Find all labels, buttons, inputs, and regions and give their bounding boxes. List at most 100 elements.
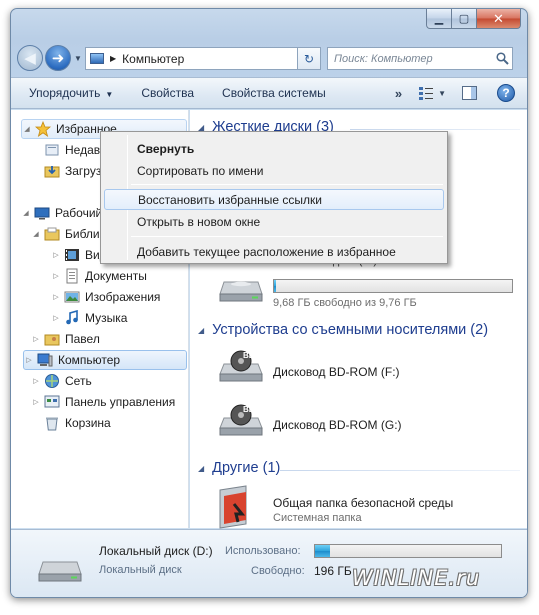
maximize-button[interactable]: ▢ (452, 9, 477, 29)
drive-d-space-fill (274, 280, 277, 292)
group-collapse-icon[interactable]: ◢ (198, 326, 204, 335)
collapse-arrow-icon[interactable]: ◢ (31, 230, 41, 238)
change-view-icon[interactable] (418, 86, 434, 100)
refresh-button[interactable]: ↻ (297, 47, 321, 70)
shared-folder-type: Системная папка (273, 512, 362, 524)
group-removable[interactable]: ◢ Устройства со съемными носителями (2) (198, 322, 488, 338)
expand-arrow-icon[interactable]: ▷ (31, 335, 41, 343)
group-divider (280, 470, 520, 471)
details-used-label: Использовано: (225, 545, 301, 557)
details-used-bar (314, 544, 502, 558)
explorer-window: ▁ ▢ ✕ ◀ ➜ ▼ ▶ Компьютер ▶ ↻ Упорядочить ▼… (10, 8, 528, 598)
group-removable-title: Устройства со съемными носителями (2) (212, 322, 489, 338)
preview-pane-icon[interactable] (462, 86, 477, 100)
bd-rom-drive-icon[interactable] (218, 350, 264, 384)
toolbar-icons: » ▼ ? (395, 84, 515, 102)
expand-arrow-icon[interactable]: ▷ (31, 377, 41, 385)
network-icon (45, 374, 59, 388)
command-bar: Упорядочить ▼ Свойства Свойства системы »… (11, 77, 527, 109)
downloads-folder-icon (44, 166, 60, 178)
desktop-icon (34, 207, 50, 220)
expand-arrow-icon[interactable]: ▷ (24, 356, 34, 364)
nav-images-label: Изображения (85, 290, 161, 304)
menu-item-add-to-favorites[interactable]: Добавить текущее расположение в избранно… (104, 241, 444, 262)
drive-bd-g-name[interactable]: Дисковод BD-ROM (G:) (273, 418, 402, 432)
details-free-value: 196 ГБ (314, 564, 352, 578)
view-options-chevron-icon[interactable]: ▼ (438, 89, 446, 98)
drive-bd-f-name[interactable]: Дисковод BD-ROM (F:) (273, 365, 400, 379)
system-properties-button[interactable]: Свойства системы (222, 86, 326, 100)
close-button[interactable]: ✕ (477, 9, 521, 29)
search-input[interactable] (328, 52, 492, 65)
context-menu: Свернуть Сортировать по имени Восстанови… (100, 131, 448, 264)
computer-icon (90, 53, 104, 64)
address-bar[interactable]: ▶ Компьютер ▶ (85, 47, 319, 70)
forward-button[interactable]: ➜ (45, 45, 71, 71)
shared-folder-icon[interactable] (216, 484, 256, 532)
music-library-icon (66, 310, 78, 325)
search-box[interactable] (327, 47, 513, 70)
nav-user-folder[interactable]: ▷ Павел (31, 329, 100, 349)
expand-arrow-icon[interactable]: ▷ (51, 272, 61, 280)
details-free-label: Свободно: (251, 565, 305, 577)
caption-buttons: ▁ ▢ ✕ (426, 9, 521, 29)
organize-menu-button[interactable]: Упорядочить ▼ (29, 86, 113, 100)
details-used-fill (315, 545, 330, 557)
details-drive-type: Локальный диск (99, 564, 182, 576)
navigation-bar: ◀ ➜ ▼ ▶ Компьютер ▶ ↻ (11, 39, 527, 75)
documents-library-icon (66, 268, 78, 284)
drive-d-free-text: 9,68 ГБ свободно из 9,76 ГБ (273, 297, 417, 309)
details-drive-name: Локальный диск (D:) (99, 544, 213, 558)
menu-item-restore-favorites[interactable]: Восстановить избранные ссылки (104, 189, 444, 210)
expand-arrow-icon[interactable]: ▷ (51, 251, 61, 259)
watermark: WINLINE.ru (352, 566, 481, 590)
star-icon (35, 121, 51, 137)
hard-drive-icon[interactable] (218, 270, 264, 304)
menu-item-open-new-window[interactable]: Открыть в новом окне (104, 211, 444, 232)
search-icon[interactable] (492, 52, 512, 65)
bd-rom-drive-icon[interactable] (218, 404, 264, 438)
help-icon[interactable]: ? (497, 84, 515, 102)
back-button[interactable]: ◀ (17, 45, 43, 71)
nav-images[interactable]: ▷ Изображения (51, 287, 160, 307)
drive-d-space-bar (273, 279, 513, 293)
expand-arrow-icon[interactable]: ▷ (51, 293, 61, 301)
menu-item-sort-by-name[interactable]: Сортировать по имени (104, 160, 444, 181)
menu-separator (131, 184, 443, 185)
nav-network[interactable]: ▷ Сеть (31, 371, 92, 391)
shared-folder-name[interactable]: Общая папка безопасной среды (273, 496, 453, 510)
nav-computer-label: Компьютер (58, 353, 121, 367)
nav-music-label: Музыка (85, 311, 128, 325)
collapse-arrow-icon[interactable]: ◢ (22, 125, 32, 133)
expand-arrow-icon[interactable]: ▷ (31, 398, 41, 406)
menu-item-collapse[interactable]: Свернуть (104, 138, 444, 159)
control-panel-icon (44, 395, 60, 408)
libraries-icon (44, 227, 60, 241)
nav-control-panel-label: Панель управления (65, 395, 176, 409)
chevron-down-icon: ▼ (105, 90, 114, 99)
nav-recycle-label: Корзина (65, 416, 111, 430)
nav-documents[interactable]: ▷ Документы (51, 266, 147, 286)
nav-user-label: Павел (65, 332, 100, 346)
pictures-library-icon (64, 291, 80, 303)
nav-recycle-bin[interactable]: Корзина (41, 413, 111, 433)
nav-control-panel[interactable]: ▷ Панель управления (31, 392, 175, 412)
bd-badge-f: BD (243, 351, 255, 360)
nav-music[interactable]: ▷ Музыка (51, 308, 127, 328)
recent-places-icon (45, 144, 59, 156)
expand-arrow-icon[interactable]: ▷ (51, 314, 61, 322)
collapse-arrow-icon[interactable]: ◢ (21, 209, 31, 217)
group-divider (350, 129, 520, 130)
nav-computer[interactable]: ▷ Компьютер (23, 350, 187, 370)
organize-label: Упорядочить (29, 86, 101, 100)
more-commands-icon[interactable]: » (395, 86, 402, 101)
breadcrumb-separator-icon[interactable]: ▶ (110, 54, 116, 63)
recent-pages-arrow-icon[interactable]: ▼ (74, 54, 82, 63)
breadcrumb-computer[interactable]: Компьютер (122, 52, 302, 66)
computer-icon (37, 353, 53, 367)
group-other[interactable]: ◢ Другие (1) (198, 460, 280, 476)
menu-separator (131, 236, 443, 237)
properties-button[interactable]: Свойства (141, 86, 194, 100)
minimize-button[interactable]: ▁ (426, 9, 452, 29)
group-collapse-icon[interactable]: ◢ (198, 464, 204, 473)
